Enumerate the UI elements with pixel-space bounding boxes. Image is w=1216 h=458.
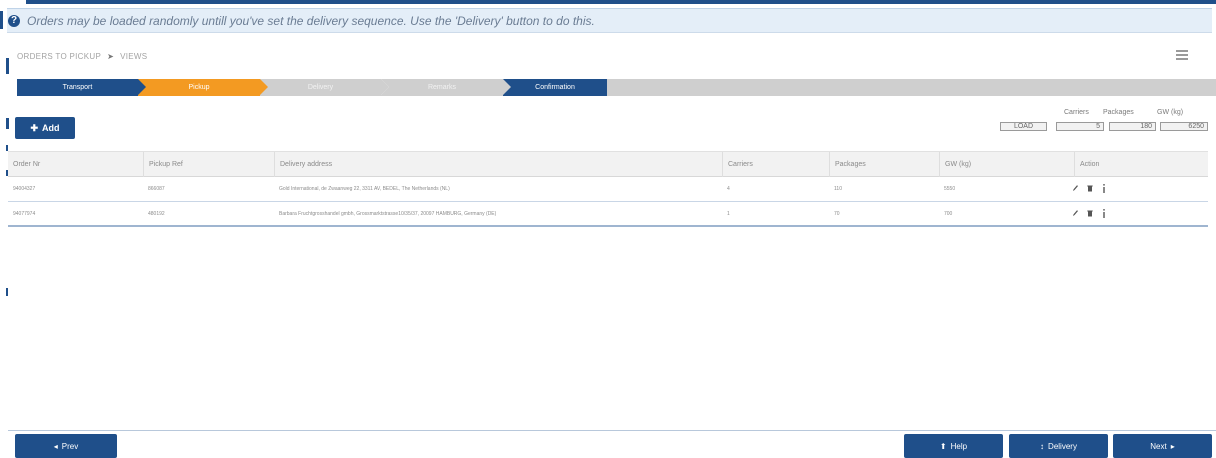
totals-header-gw: GW (kg)	[1157, 109, 1184, 116]
cell-gw: 5550	[944, 186, 956, 192]
row-actions	[1072, 183, 1107, 193]
table-row[interactable]: 94077974 480192 Barbara Fruchtgrosshande…	[8, 202, 1208, 227]
cell-delivery-address: Gold International, de Zwaanweg 22, 3311…	[279, 186, 450, 192]
top-accent-line	[0, 0, 1216, 4]
footer-divider	[8, 430, 1216, 431]
total-packages: 180	[1109, 122, 1156, 131]
stepper-track	[607, 79, 1216, 96]
cell-pickup-ref: 480192	[148, 211, 165, 217]
totals-header-carriers: Carriers	[1064, 109, 1089, 116]
breadcrumb: ORDERS TO PICKUP ➤ VIEWS	[17, 52, 147, 61]
col-order-nr[interactable]: Order Nr	[8, 152, 143, 177]
wizard-stepper: Transport Pickup Delivery Remarks Confir…	[17, 79, 1216, 96]
arrow-left-icon: ◂	[53, 441, 58, 451]
cell-delivery-address: Barbara Fruchtgrosshandel gmbh, Grossmar…	[279, 211, 497, 217]
row-actions	[1072, 208, 1107, 218]
prev-button[interactable]: ◂ Prev	[15, 434, 117, 458]
plus-icon: ✚	[30, 122, 39, 133]
total-gw: 6250	[1160, 122, 1208, 131]
col-action: Action	[1074, 152, 1208, 177]
cell-packages: 110	[834, 186, 842, 192]
cell-carriers: 4	[727, 186, 730, 192]
table-header: Order Nr Pickup Ref Delivery address Car…	[8, 151, 1208, 177]
info-icon[interactable]	[1100, 183, 1107, 193]
col-carriers[interactable]: Carriers	[722, 152, 829, 177]
arrow-right-icon: ▸	[1170, 441, 1175, 451]
orders-table: Order Nr Pickup Ref Delivery address Car…	[8, 151, 1208, 227]
col-delivery-address[interactable]: Delivery address	[274, 152, 722, 177]
pencil-icon[interactable]	[1072, 183, 1079, 193]
col-pickup-ref[interactable]: Pickup Ref	[143, 152, 274, 177]
step-pickup[interactable]: Pickup	[138, 79, 268, 96]
left-edge-marker	[6, 118, 9, 129]
totals-header-packages: Packages	[1103, 109, 1134, 116]
next-button[interactable]: Next ▸	[1113, 434, 1212, 458]
info-icon[interactable]	[1100, 208, 1107, 218]
cell-pickup-ref: 866087	[148, 186, 165, 192]
col-packages[interactable]: Packages	[829, 152, 939, 177]
menu-icon[interactable]	[1176, 50, 1188, 60]
breadcrumb-current: VIEWS	[120, 52, 148, 61]
left-edge-marker	[6, 288, 8, 296]
arrow-up-icon: ⬆	[939, 441, 947, 451]
question-circle-icon: ?	[8, 14, 20, 27]
step-transport[interactable]: Transport	[17, 79, 146, 96]
cell-gw: 700	[944, 211, 953, 217]
table-row[interactable]: 94004327 866087 Gold International, de Z…	[8, 177, 1208, 202]
help-button[interactable]: ⬆ Help	[904, 434, 1003, 458]
trash-icon[interactable]	[1086, 208, 1093, 218]
step-remarks[interactable]: Remarks	[381, 79, 511, 96]
total-carriers: 5	[1056, 122, 1104, 131]
step-delivery[interactable]: Delivery	[260, 79, 389, 96]
sort-icon: ↕	[1040, 441, 1045, 451]
step-confirmation[interactable]: Confirmation	[503, 79, 607, 96]
load-box: LOAD	[1000, 122, 1047, 131]
cell-order-nr: 94004327	[13, 186, 36, 192]
breadcrumb-parent[interactable]: ORDERS TO PICKUP	[17, 52, 101, 61]
left-edge-marker	[6, 58, 9, 74]
col-gw[interactable]: GW (kg)	[939, 152, 1074, 177]
info-banner: ? Orders may be loaded randomly untill y…	[0, 8, 1212, 33]
cell-packages: 70	[834, 211, 840, 217]
cell-order-nr: 94077974	[13, 211, 36, 217]
delivery-button[interactable]: ↕ Delivery	[1009, 434, 1108, 458]
trash-icon[interactable]	[1086, 183, 1093, 193]
info-text: Orders may be loaded randomly untill you…	[27, 13, 595, 28]
cell-carriers: 1	[727, 211, 730, 217]
arrow-right-icon: ➤	[107, 52, 115, 61]
pencil-icon[interactable]	[1072, 208, 1079, 218]
add-button[interactable]: ✚ Add	[15, 117, 75, 139]
